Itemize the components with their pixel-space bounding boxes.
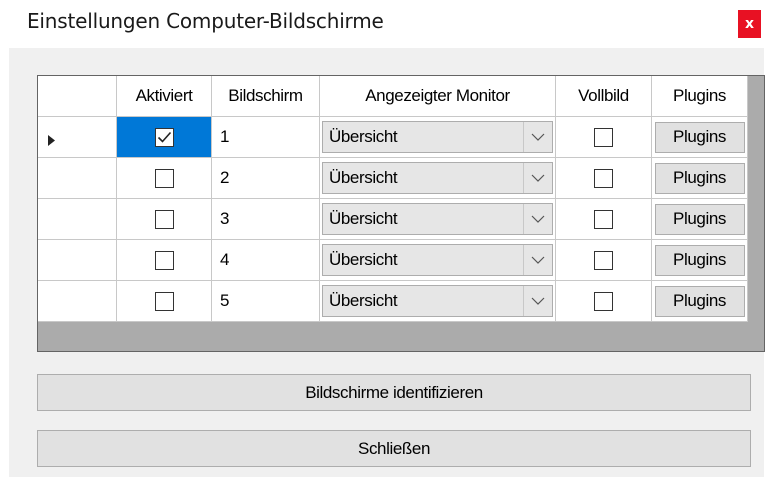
close-button[interactable]: x — [738, 10, 761, 38]
monitor-combobox-value: Übersicht — [329, 250, 398, 269]
aktiviert-checkbox[interactable] — [154, 127, 174, 147]
cell-aktiviert — [117, 240, 212, 281]
cell-aktiviert — [117, 281, 212, 322]
plugins-button[interactable]: Plugins — [654, 285, 745, 317]
cell-vollbild — [556, 281, 652, 322]
dropdown-arrow[interactable] — [523, 286, 552, 316]
aktiviert-checkbox[interactable] — [154, 209, 174, 229]
cell-bildschirm[interactable]: 4 — [212, 240, 320, 281]
header-angezeigter-monitor[interactable]: Angezeigter Monitor — [320, 76, 556, 117]
chevron-down-icon — [531, 215, 545, 223]
table-row[interactable]: 1 Übersicht Plugins — [38, 117, 748, 158]
plugins-button[interactable]: Plugins — [654, 162, 745, 194]
cell-plugins: Plugins — [652, 158, 748, 199]
triangle-right-icon — [48, 135, 55, 146]
cell-bildschirm[interactable]: 5 — [212, 281, 320, 322]
monitor-combobox[interactable]: Übersicht — [322, 285, 553, 317]
vollbild-checkbox[interactable] — [594, 250, 613, 270]
header-aktiviert[interactable]: Aktiviert — [117, 76, 212, 117]
monitor-combobox-value: Übersicht — [329, 127, 398, 146]
row-indicator-icon — [48, 131, 55, 151]
identify-screens-button[interactable]: Bildschirme identifizieren — [37, 374, 751, 411]
table-row[interactable]: 3 Übersicht Plugins — [38, 199, 748, 240]
aktiviert-checkbox[interactable] — [154, 168, 174, 188]
plugins-button[interactable]: Plugins — [654, 244, 745, 276]
monitor-combobox-value: Übersicht — [329, 168, 398, 187]
aktiviert-checkbox[interactable] — [154, 291, 174, 311]
dialog-client-area: Aktiviert Bildschirm Angezeigter Monitor… — [9, 48, 765, 477]
cell-aktiviert — [117, 158, 212, 199]
vollbild-checkbox[interactable] — [594, 209, 613, 229]
plugins-button[interactable]: Plugins — [654, 203, 745, 235]
table-row[interactable]: 5 Übersicht Plugins — [38, 281, 748, 322]
title-bar: Einstellungen Computer-Bildschirme x — [0, 0, 769, 46]
cell-aktiviert — [117, 199, 212, 240]
vollbild-checkbox[interactable] — [594, 291, 613, 311]
close-dialog-button[interactable]: Schließen — [37, 430, 751, 467]
screens-grid: Aktiviert Bildschirm Angezeigter Monitor… — [37, 75, 765, 352]
cell-bildschirm[interactable]: 3 — [212, 199, 320, 240]
cell-monitor: Übersicht — [320, 117, 556, 158]
dropdown-arrow[interactable] — [523, 204, 552, 234]
header-vollbild[interactable]: Vollbild — [556, 76, 652, 117]
cell-plugins: Plugins — [652, 281, 748, 322]
chevron-down-icon — [531, 256, 545, 264]
cell-vollbild — [556, 199, 652, 240]
header-plugins[interactable]: Plugins — [652, 76, 748, 117]
monitor-combobox[interactable]: Übersicht — [322, 121, 553, 153]
table-row[interactable]: 4 Übersicht Plugins — [38, 240, 748, 281]
chevron-down-icon — [531, 174, 545, 182]
row-selector[interactable] — [38, 281, 117, 322]
monitor-combobox[interactable]: Übersicht — [322, 203, 553, 235]
aktiviert-checkbox[interactable] — [154, 250, 174, 270]
monitor-combobox-value: Übersicht — [329, 291, 398, 310]
cell-monitor: Übersicht — [320, 158, 556, 199]
vollbild-checkbox[interactable] — [594, 168, 613, 188]
row-selector[interactable] — [38, 117, 117, 158]
checkmark-icon — [157, 131, 171, 143]
header-bildschirm[interactable]: Bildschirm — [212, 76, 320, 117]
close-icon: x — [744, 16, 755, 32]
dropdown-arrow[interactable] — [523, 163, 552, 193]
chevron-down-icon — [531, 133, 545, 141]
monitor-combobox[interactable]: Übersicht — [322, 244, 553, 276]
header-row-selector — [38, 76, 117, 117]
row-selector[interactable] — [38, 158, 117, 199]
window-title: Einstellungen Computer-Bildschirme — [27, 9, 384, 33]
cell-plugins: Plugins — [652, 240, 748, 281]
cell-bildschirm[interactable]: 2 — [212, 158, 320, 199]
chevron-down-icon — [531, 297, 545, 305]
cell-bildschirm[interactable]: 1 — [212, 117, 320, 158]
row-selector[interactable] — [38, 199, 117, 240]
row-selector[interactable] — [38, 240, 117, 281]
dropdown-arrow[interactable] — [523, 245, 552, 275]
grid-header-row: Aktiviert Bildschirm Angezeigter Monitor… — [38, 76, 748, 117]
vollbild-checkbox[interactable] — [594, 127, 613, 147]
cell-vollbild — [556, 158, 652, 199]
cell-vollbild — [556, 117, 652, 158]
table-row[interactable]: 2 Übersicht Plugins — [38, 158, 748, 199]
cell-plugins: Plugins — [652, 117, 748, 158]
cell-aktiviert — [117, 117, 212, 158]
monitor-combobox[interactable]: Übersicht — [322, 162, 553, 194]
cell-monitor: Übersicht — [320, 199, 556, 240]
cell-monitor: Übersicht — [320, 281, 556, 322]
monitor-combobox-value: Übersicht — [329, 209, 398, 228]
plugins-button[interactable]: Plugins — [654, 121, 745, 153]
cell-vollbild — [556, 240, 652, 281]
dropdown-arrow[interactable] — [523, 122, 552, 152]
cell-plugins: Plugins — [652, 199, 748, 240]
cell-monitor: Übersicht — [320, 240, 556, 281]
